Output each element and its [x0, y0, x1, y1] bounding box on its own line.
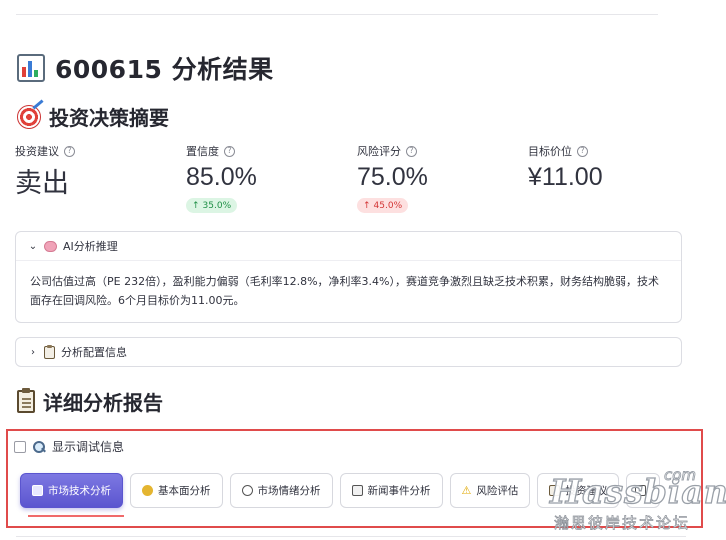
- bar-chart-icon: [17, 54, 45, 82]
- tab-more[interactable]: [626, 473, 661, 508]
- help-icon[interactable]: ?: [577, 145, 588, 157]
- bottom-divider: [16, 536, 686, 537]
- tab-news-analysis[interactable]: 新闻事件分析: [339, 473, 443, 508]
- arrow-up-icon: ↑: [192, 200, 200, 211]
- result-heading-text: 600615 分析结果: [55, 55, 274, 84]
- brain-icon: [44, 240, 57, 252]
- tab-risk-assessment[interactable]: ⚠ 风险评估: [449, 473, 531, 508]
- config-info-expander: › 分析配置信息: [15, 337, 682, 367]
- top-divider: [16, 14, 658, 15]
- metric-value: ¥11.00: [528, 163, 603, 191]
- chart-icon: [32, 485, 43, 496]
- more-icon: [635, 485, 647, 496]
- tab-investment-advice[interactable]: 投资建议: [537, 473, 620, 508]
- metric-label: 置信度: [186, 145, 219, 158]
- active-tab-indicator: [28, 515, 124, 517]
- arrow-up-icon: ↑: [363, 200, 371, 211]
- delta-badge: ↑ 35.0%: [186, 198, 238, 213]
- report-heading-text: 详细分析报告: [43, 391, 163, 415]
- tab-sentiment-analysis[interactable]: 市场情绪分析: [229, 473, 333, 508]
- metric-target-price: 目标价位? ¥11.00: [528, 143, 603, 192]
- metric-confidence: 置信度? 85.0% ↑ 35.0%: [186, 143, 257, 213]
- ai-reasoning-title: AI分析推理: [63, 240, 118, 253]
- help-icon[interactable]: ?: [64, 145, 75, 157]
- clipboard-icon: [44, 344, 55, 359]
- ai-reasoning-expander: ⌄ AI分析推理 公司估值过高（PE 232倍），盈利能力偏弱（毛利率12.8%…: [15, 231, 682, 323]
- result-heading: 600615 分析结果: [17, 50, 274, 86]
- metric-recommendation: 投资建议? 卖出: [15, 143, 75, 200]
- debug-checkbox[interactable]: [14, 440, 26, 453]
- metric-label: 风险评分: [357, 145, 401, 158]
- chevron-right-icon: ›: [31, 346, 35, 358]
- ai-reasoning-body: 公司估值过高（PE 232倍），盈利能力偏弱（毛利率12.8%，净利率3.4%）…: [16, 260, 681, 322]
- money-bag-icon: [142, 485, 153, 496]
- metric-label: 目标价位: [528, 145, 572, 158]
- summary-heading: 投资决策摘要: [17, 102, 169, 131]
- speech-bubble-icon: [241, 485, 253, 496]
- report-heading: 详细分析报告: [17, 387, 163, 416]
- warning-icon: ⚠: [461, 484, 472, 497]
- debug-label: 显示调试信息: [52, 440, 125, 454]
- tab-technical-analysis[interactable]: 市场技术分析: [20, 473, 123, 508]
- help-icon[interactable]: ?: [406, 145, 417, 157]
- report-tabs: 市场技术分析 基本面分析 市场情绪分析 新闻事件分析 ⚠ 风险评估 投资建议: [20, 473, 661, 511]
- newspaper-icon: [351, 485, 363, 496]
- tab-fundamental-analysis[interactable]: 基本面分析: [130, 473, 223, 508]
- metric-value: 75.0%: [357, 163, 428, 191]
- metric-label: 投资建议: [15, 145, 59, 158]
- chevron-down-icon: ⌄: [28, 240, 38, 252]
- config-info-header[interactable]: › 分析配置信息: [16, 338, 681, 366]
- metric-value: 卖出: [15, 168, 69, 198]
- clipboard-icon: [549, 485, 561, 496]
- clipboard-icon: [17, 388, 35, 413]
- summary-heading-text: 投资决策摘要: [49, 106, 169, 130]
- metric-risk-score: 风险评分? 75.0% ↑ 45.0%: [357, 143, 428, 213]
- help-icon[interactable]: ?: [224, 145, 235, 157]
- ai-reasoning-header[interactable]: ⌄ AI分析推理: [16, 232, 681, 260]
- debug-toggle[interactable]: 显示调试信息: [14, 438, 124, 455]
- metric-value: 85.0%: [186, 163, 257, 191]
- target-icon: [17, 104, 41, 129]
- delta-badge: ↑ 45.0%: [357, 198, 409, 213]
- magnifier-icon: [33, 440, 45, 453]
- config-info-title: 分析配置信息: [61, 346, 127, 359]
